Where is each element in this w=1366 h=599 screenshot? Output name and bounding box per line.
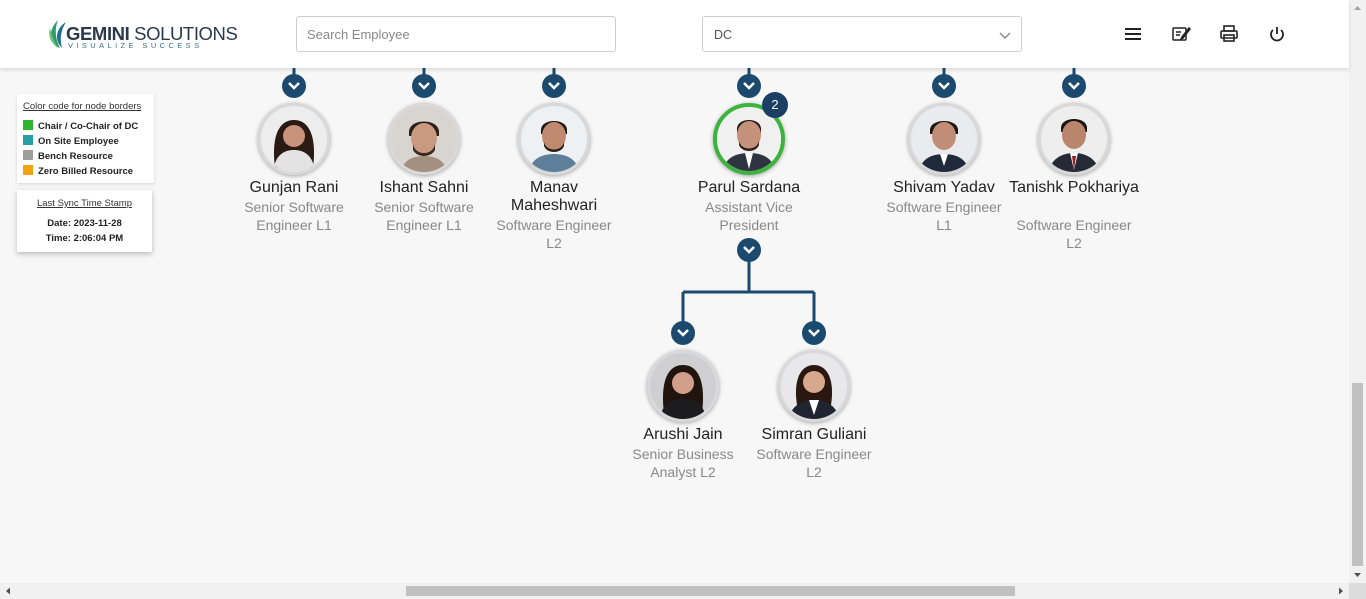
chevron-down-icon: [677, 329, 689, 337]
menu-icon[interactable]: [1123, 24, 1143, 44]
avatar[interactable]: [778, 350, 850, 422]
scrollbar-corner: [1349, 583, 1366, 599]
vertical-scroll-thumb[interactable]: [1352, 383, 1363, 566]
org-node[interactable]: Ishant Sahni Senior Software Engineer L1: [359, 74, 489, 244]
border-color-legend: Color code for node borders Chair / Co-C…: [17, 94, 154, 183]
employee-name: Simran Guliani: [761, 426, 867, 443]
employee-role: Senior Software Engineer L1: [374, 199, 474, 233]
avatar[interactable]: [908, 103, 980, 175]
org-node[interactable]: Tanishk Pokhariya Software Engineer L2: [1009, 74, 1139, 254]
sync-time: Time: 2:06:04 PM: [45, 233, 124, 244]
avatar[interactable]: [518, 103, 590, 175]
top-header: GEMINI SOLUTIONS VISUALIZE SUCCESS DC: [0, 0, 1349, 68]
chevron-down-icon: [743, 82, 755, 90]
collapse-toggle-button[interactable]: [802, 321, 826, 345]
collapse-toggle-button[interactable]: [737, 74, 761, 98]
company-logo[interactable]: GEMINI SOLUTIONS VISUALIZE SUCCESS: [46, 16, 238, 52]
color-swatch: [23, 120, 33, 130]
person-photo-icon: [391, 106, 457, 172]
sync-title: Last Sync Time Stamp: [36, 198, 133, 209]
person-photo-icon: [911, 106, 977, 172]
power-icon[interactable]: [1267, 24, 1287, 44]
employee-name: Parul Sardana: [697, 179, 801, 196]
subordinate-count-badge: 2: [762, 92, 788, 118]
org-node[interactable]: Manav Maheshwari Software Engineer L2: [489, 74, 619, 254]
collapse-toggle-button[interactable]: [542, 74, 566, 98]
person-photo-icon: [781, 353, 847, 419]
org-chart: Gunjan Rani Senior Software Engineer L1 …: [0, 0, 1349, 583]
horizontal-scrollbar[interactable]: [0, 583, 1349, 599]
org-node[interactable]: Shivam Yadav Software Engineer L1: [879, 74, 1009, 244]
leaf-logo-icon: [49, 20, 66, 48]
chevron-down-icon: [418, 82, 430, 90]
avatar[interactable]: [647, 350, 719, 422]
collapse-toggle-button[interactable]: [1062, 74, 1086, 98]
color-swatch: [23, 165, 33, 175]
employee-name: Tanishk Pokhariya: [1009, 179, 1139, 196]
chevron-down-icon: [743, 246, 755, 254]
chevron-down-icon: [808, 329, 820, 337]
sync-date: Date: 2023-11-28: [47, 218, 122, 229]
scroll-left-arrow-icon[interactable]: [2, 583, 14, 599]
color-swatch: [23, 150, 33, 160]
edit-note-icon[interactable]: [1171, 24, 1191, 44]
avatar[interactable]: [1038, 103, 1110, 175]
person-photo-icon: [1041, 106, 1107, 172]
chevron-down-icon: [288, 82, 300, 90]
employee-name: Manav Maheshwari: [510, 179, 598, 214]
sync-timestamp-card: Last Sync Time Stamp Date: 2023-11-28 Ti…: [17, 190, 152, 252]
legend-item: Chair / Co-Chair of DC: [23, 120, 138, 132]
employee-name: Gunjan Rani: [249, 179, 339, 196]
employee-name: Arushi Jain: [643, 426, 723, 443]
employee-role: Senior Software Engineer L1: [244, 199, 344, 233]
collapse-toggle-button[interactable]: [932, 74, 956, 98]
legend-item: Bench Resource: [23, 150, 113, 162]
person-photo-icon: [521, 106, 587, 172]
chevron-down-icon: [548, 82, 560, 90]
vertical-scrollbar[interactable]: [1349, 0, 1366, 583]
legend-title: Color code for node borders: [23, 101, 142, 112]
collapse-toggle-button[interactable]: [282, 74, 306, 98]
avatar[interactable]: [388, 103, 460, 175]
legend-label: Zero Billed Resource: [38, 166, 134, 177]
collapse-toggle-button[interactable]: [737, 238, 761, 262]
color-swatch: [23, 135, 33, 145]
employee-role: Software Engineer L2: [1016, 217, 1132, 251]
chevron-down-icon: [1068, 82, 1080, 90]
org-node[interactable]: Simran Guliani Software Engineer L2: [749, 321, 879, 491]
logo-tagline: VISUALIZE SUCCESS: [68, 41, 203, 50]
employee-role: Software Engineer L2: [756, 446, 872, 480]
search-employee-input[interactable]: [296, 16, 616, 52]
legend-item: Zero Billed Resource: [23, 165, 133, 177]
chevron-down-icon: [938, 82, 950, 90]
person-photo-icon: [261, 106, 327, 172]
avatar[interactable]: [258, 103, 330, 175]
employee-role: Software Engineer L2: [496, 217, 612, 251]
legend-label: Bench Resource: [38, 151, 113, 162]
legend-label: On Site Employee: [38, 136, 119, 147]
connector-lines: [292, 68, 1076, 325]
dc-select-value: DC: [714, 28, 733, 42]
dc-select-dropdown[interactable]: DC: [702, 16, 1022, 52]
horizontal-scroll-thumb[interactable]: [406, 586, 1015, 596]
legend-label: Chair / Co-Chair of DC: [38, 121, 139, 132]
org-node[interactable]: 2 Parul Sardana Assistant Vice President: [684, 74, 814, 264]
collapse-toggle-button[interactable]: [412, 74, 436, 98]
employee-role: Software Engineer L1: [886, 199, 1002, 233]
legend-item: On Site Employee: [23, 135, 119, 147]
employee-role: Assistant Vice President: [705, 199, 793, 233]
scroll-up-arrow-icon[interactable]: [1349, 2, 1366, 14]
chevron-down-icon: [999, 32, 1011, 39]
print-icon[interactable]: [1219, 24, 1239, 44]
employee-role: Senior Business Analyst L2: [632, 446, 734, 480]
employee-name: Shivam Yadav: [893, 179, 995, 196]
scroll-down-arrow-icon[interactable]: [1349, 569, 1366, 581]
org-node[interactable]: Gunjan Rani Senior Software Engineer L1: [229, 74, 359, 244]
employee-name: Ishant Sahni: [379, 179, 469, 196]
person-photo-icon: [650, 353, 716, 419]
org-node[interactable]: Arushi Jain Senior Business Analyst L2: [618, 321, 748, 491]
scroll-right-arrow-icon[interactable]: [1335, 583, 1347, 599]
collapse-toggle-button[interactable]: [671, 321, 695, 345]
